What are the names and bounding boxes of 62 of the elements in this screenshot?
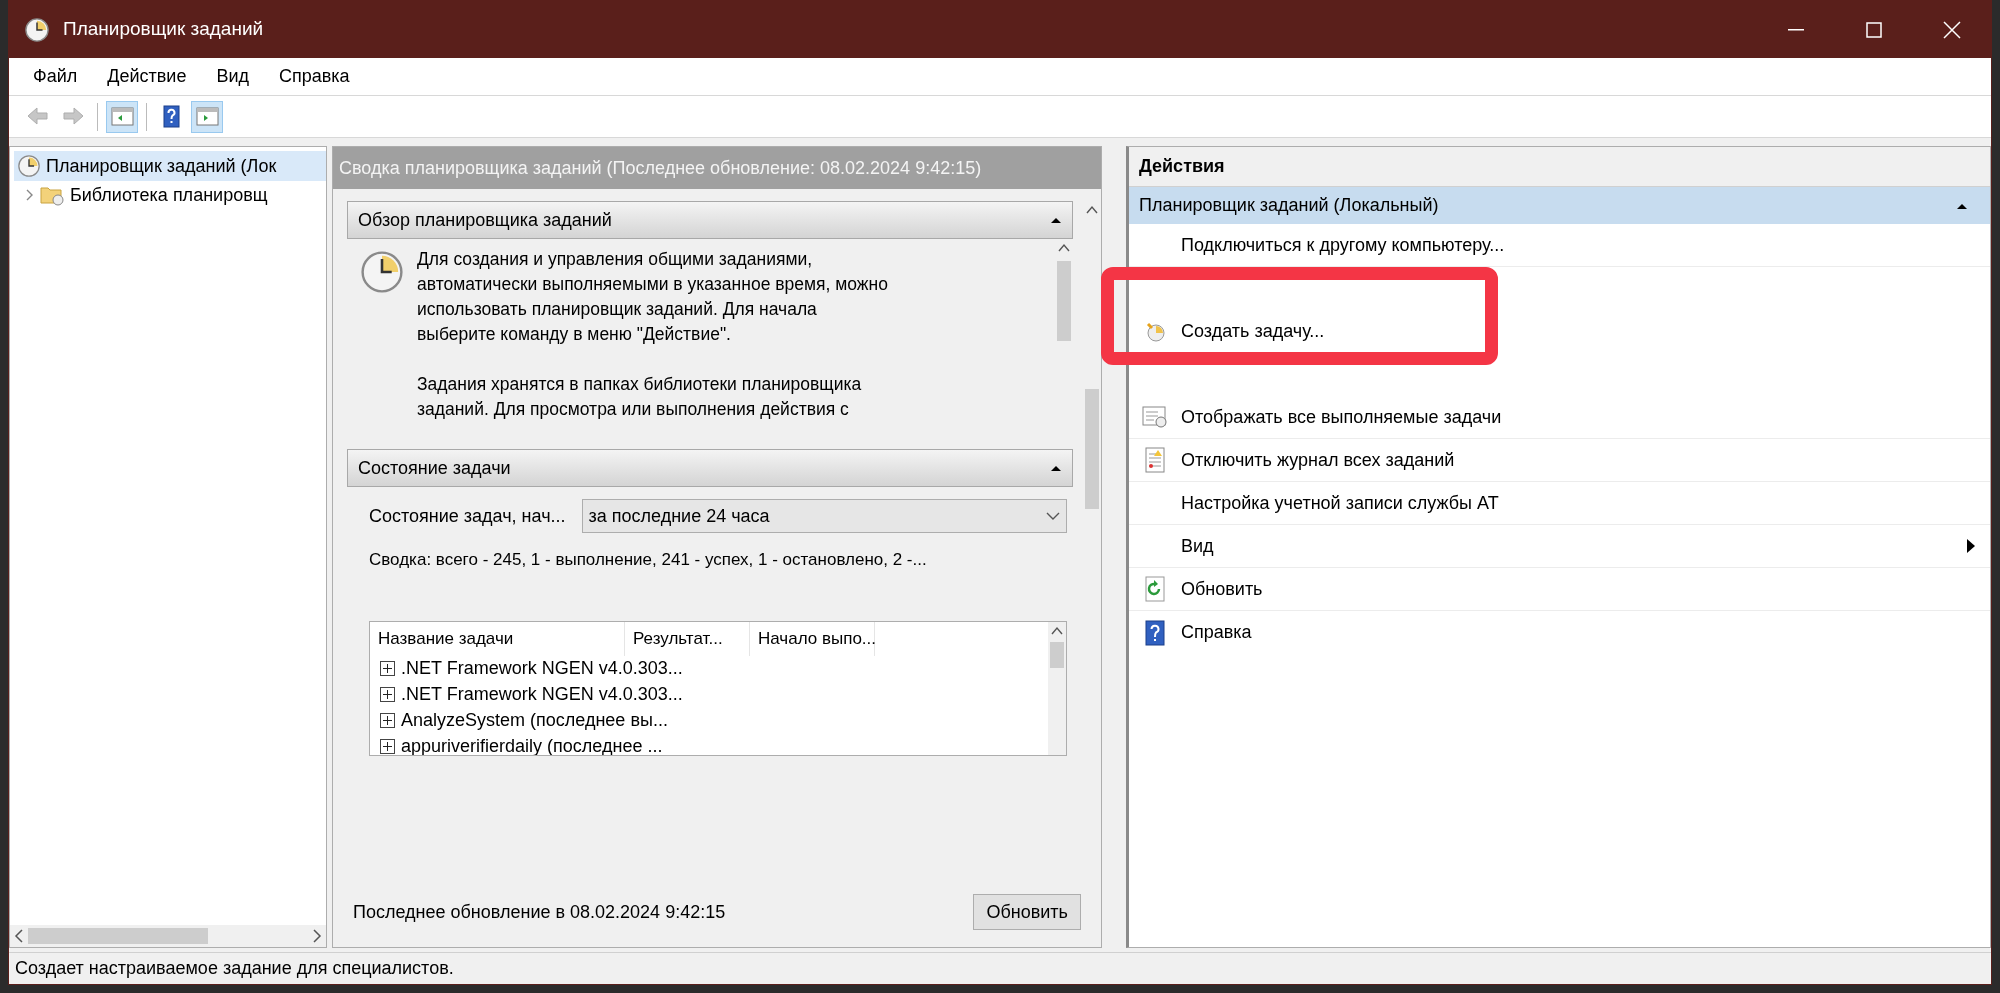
clock-icon [18,155,40,177]
actions-title: Действия [1129,147,1990,187]
minimize-icon [1788,28,1804,31]
window-title: Планировщик заданий [63,17,264,42]
expand-toggle-icon[interactable] [380,739,395,754]
scroll-thumb[interactable] [1057,261,1071,341]
refresh-icon [1144,576,1166,602]
summary-header: Сводка планировщика заданий (Последнее обновление: 08.02.2024 9:42:15) [333,147,1101,189]
tree-item[interactable]: Планировщик заданий (Лок [14,151,326,181]
task-list-icon [1142,405,1168,429]
filter-label: Состояние задач, нач... [369,504,566,528]
menu-item[interactable]: Действие [95,63,199,90]
section-header[interactable]: Обзор планировщика заданий [347,201,1073,239]
action-item[interactable]: Отключить журнал всех заданий [1129,439,1990,482]
menu-item[interactable]: Файл [21,63,90,90]
close-icon [1943,20,1961,39]
collapse-icon[interactable] [1050,216,1062,224]
action-item[interactable]: Настройка учетной записи службы AT [1129,482,1990,525]
overview-text: Для создания и управления общими заданиями, автоматически выполняемыми в указанное время, можно использовать планировщик заданий. Для начала выберите команду в меню "Действие". [417,248,889,346]
action-item[interactable]: Отображать все выполняемые задачи [1129,396,1990,439]
pane-toggle-icon [194,104,220,129]
action-item[interactable]: Вид [1129,525,1990,568]
collapse-icon[interactable] [1956,201,1968,210]
actions-section-header[interactable]: Планировщик заданий (Локальный) [1129,187,1990,224]
column-header[interactable]: Начало выпо... [750,621,875,656]
action-item[interactable]: Подключиться к другому компьютеру... [1129,224,1990,267]
collapse-icon[interactable] [1050,464,1062,472]
expand-toggle-icon[interactable] [380,661,395,676]
column-header[interactable]: Результат... [625,621,750,656]
last-update-text: Последнее обновление в 08.02.2024 9:42:15 [353,900,726,924]
totals-text: Сводка: всего - 245, 1 - выполнение, 241 - успех, 1 - остановлено, 2 -... [369,549,928,571]
task-name: .NET Framework NGEN v4.0.303... [401,683,683,706]
scroll-thumb[interactable] [1085,389,1099,509]
maximize-icon [1866,21,1882,38]
action-item[interactable]: Создать задачу... [1129,310,1990,353]
horizontal-scrollbar[interactable] [10,925,326,947]
help-icon [1145,619,1165,646]
task-name: AnalyzeSystem (последнее вы... [401,709,668,732]
action-item[interactable]: Справка [1129,611,1990,654]
refresh-button[interactable]: Обновить [973,894,1081,930]
menu-item[interactable]: Вид [204,63,261,90]
scroll-left-icon[interactable] [14,929,24,943]
task-name: .NET Framework NGEN v4.0.303... [401,657,683,680]
expand-toggle-icon[interactable] [380,687,395,702]
clock-icon [1144,320,1166,343]
column-header[interactable]: Название задачи [370,621,625,656]
scroll-right-icon[interactable] [312,929,322,943]
journal-icon [1144,447,1166,473]
scrollbar[interactable] [1048,621,1066,755]
menu-item[interactable]: Справка [267,63,362,90]
tree-item[interactable]: Библиотека планировщ [14,181,326,209]
overview-text: Задания хранятся в папках библиотеки планировщика заданий. Для просмотра или выполнения действия с [417,373,863,421]
action-item[interactable]: Обновить [1129,568,1990,611]
app-clock-icon [25,17,49,42]
scroll-thumb[interactable] [1050,641,1064,668]
folder-icon [40,184,64,206]
period-dropdown[interactable]: за последние 24 часа [581,499,1067,533]
expand-toggle-icon[interactable] [380,713,395,728]
pane-toggle-icon [109,104,135,129]
clock-icon [361,251,403,293]
section-header[interactable]: Состояние задачи [347,449,1073,487]
submenu-arrow-icon [1966,539,1976,553]
